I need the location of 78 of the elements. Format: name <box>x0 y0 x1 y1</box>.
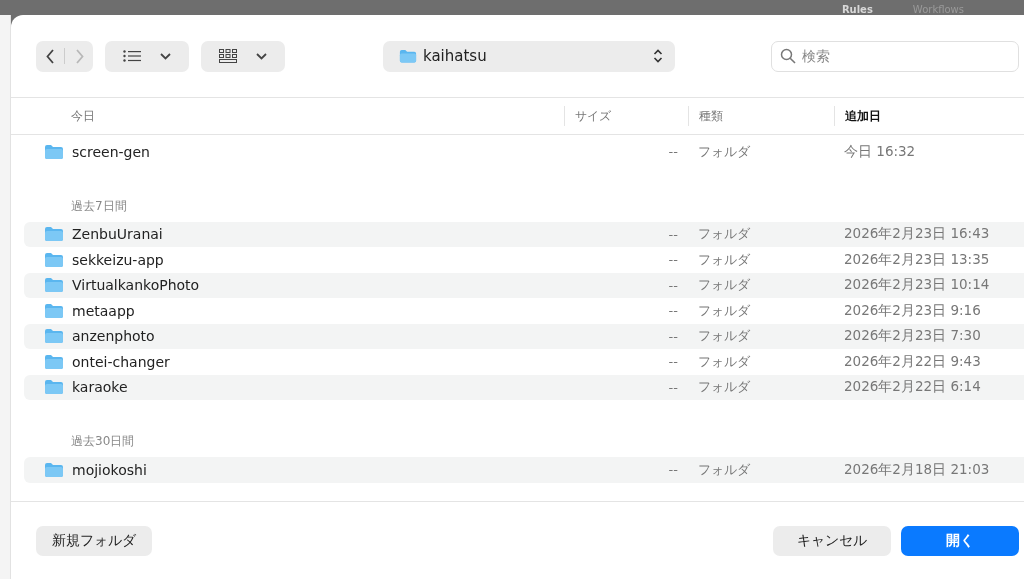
date-cell-text: 今日 16:32 <box>843 142 917 161</box>
folder-icon <box>44 226 64 243</box>
file-row[interactable]: VirtualkankoPhoto -- フォルダ 2026年2月23日 10:14 <box>24 272 1024 298</box>
kind-cell-text: フォルダ <box>697 327 751 346</box>
file-row[interactable]: karaoke -- フォルダ 2026年2月22日 6:14 <box>24 374 1024 400</box>
group-title: 過去30日間 <box>70 433 136 450</box>
column-header[interactable]: サイズ <box>564 106 688 126</box>
location-popup[interactable]: kaihatsu <box>383 40 675 72</box>
search-icon <box>780 48 796 64</box>
kind-cell-text: フォルダ <box>697 378 751 397</box>
date-cell-text: 2026年2月23日 10:14 <box>843 276 991 295</box>
chevron-down-icon <box>160 52 172 60</box>
chevron-down-icon <box>256 52 268 60</box>
open-button[interactable]: 開く <box>901 525 1019 556</box>
size-cell-text: -- <box>667 252 679 268</box>
size-cell-text: -- <box>667 277 679 293</box>
kind-cell-text: フォルダ <box>697 142 751 161</box>
folder-icon <box>44 251 64 268</box>
new-folder-button[interactable]: 新規フォルダ <box>36 525 152 556</box>
file-name: metaapp <box>72 302 135 319</box>
kind-cell-text: フォルダ <box>697 250 751 269</box>
kind-cell-text: フォルダ <box>697 301 751 320</box>
size-cell-text: -- <box>667 354 679 370</box>
date-cell-text: 2026年2月23日 16:43 <box>843 225 991 244</box>
background-tab[interactable]: Rules <box>841 4 873 15</box>
up-down-chevron-icon <box>653 49 663 63</box>
kind-cell-text: フォルダ <box>697 225 751 244</box>
folder-icon <box>44 461 64 478</box>
back-chevron-icon <box>45 48 55 64</box>
size-cell-text: -- <box>667 328 679 344</box>
grid-icon <box>218 49 237 63</box>
column-header[interactable]: 今日 <box>11 106 564 126</box>
kind-cell-text: フォルダ <box>697 460 751 479</box>
folder-icon <box>44 328 64 345</box>
size-cell-text: -- <box>667 144 679 160</box>
folder-icon <box>44 353 64 370</box>
file-name: screen-gen <box>72 143 150 160</box>
file-row[interactable]: ZenbuUranai -- フォルダ 2026年2月23日 16:43 <box>24 221 1024 247</box>
group-view-button[interactable] <box>201 40 285 72</box>
list-icon <box>122 50 141 62</box>
date-cell-text: 2026年2月18日 21:03 <box>843 460 991 479</box>
file-row[interactable]: metaapp -- フォルダ 2026年2月23日 9:16 <box>24 298 1024 324</box>
file-name: sekkeizu-app <box>72 251 164 268</box>
file-row[interactable]: mojiokoshi -- フォルダ 2026年2月18日 21:03 <box>24 457 1024 483</box>
kind-cell-text: フォルダ <box>697 352 751 371</box>
file-row[interactable]: ontei-changer -- フォルダ 2026年2月22日 9:43 <box>24 349 1024 375</box>
cancel-button[interactable]: キャンセル <box>773 525 891 556</box>
forward-chevron-icon <box>74 48 84 64</box>
file-name: karaoke <box>72 379 128 396</box>
date-cell-text: 2026年2月22日 9:43 <box>843 352 982 371</box>
search-field[interactable]: 検索 <box>771 40 1019 72</box>
folder-icon <box>44 143 64 160</box>
file-name: anzenphoto <box>72 328 155 345</box>
group-title: 過去7日間 <box>70 197 128 215</box>
file-row[interactable]: sekkeizu-app -- フォルダ 2026年2月23日 13:35 <box>24 247 1024 273</box>
size-cell-text: -- <box>667 462 679 478</box>
file-name: mojiokoshi <box>72 461 147 478</box>
file-name: ontei-changer <box>72 353 170 370</box>
size-cell-text: -- <box>667 226 679 242</box>
folder-icon <box>44 379 64 396</box>
kind-cell-text: フォルダ <box>697 276 751 295</box>
file-row[interactable]: screen-gen -- フォルダ 今日 16:32 <box>24 139 1024 165</box>
folder-icon <box>44 277 64 294</box>
column-header[interactable]: 追加日 <box>834 106 1024 126</box>
column-header[interactable]: 種類 <box>688 106 834 126</box>
folder-icon <box>399 48 417 64</box>
file-name: VirtualkankoPhoto <box>72 277 200 294</box>
file-row[interactable]: anzenphoto -- フォルダ 2026年2月23日 7:30 <box>24 323 1024 349</box>
date-cell-text: 2026年2月23日 9:16 <box>843 301 982 320</box>
size-cell-text: -- <box>667 379 679 395</box>
date-cell-text: 2026年2月23日 7:30 <box>843 327 982 346</box>
search-input[interactable]: 検索 <box>800 47 1010 65</box>
folder-icon <box>44 302 64 319</box>
size-cell-text: -- <box>667 303 679 319</box>
date-cell-text: 2026年2月22日 6:14 <box>843 378 982 397</box>
list-view-button[interactable] <box>105 40 189 72</box>
file-name: ZenbuUranai <box>72 226 163 243</box>
date-cell-text: 2026年2月23日 13:35 <box>843 250 991 269</box>
